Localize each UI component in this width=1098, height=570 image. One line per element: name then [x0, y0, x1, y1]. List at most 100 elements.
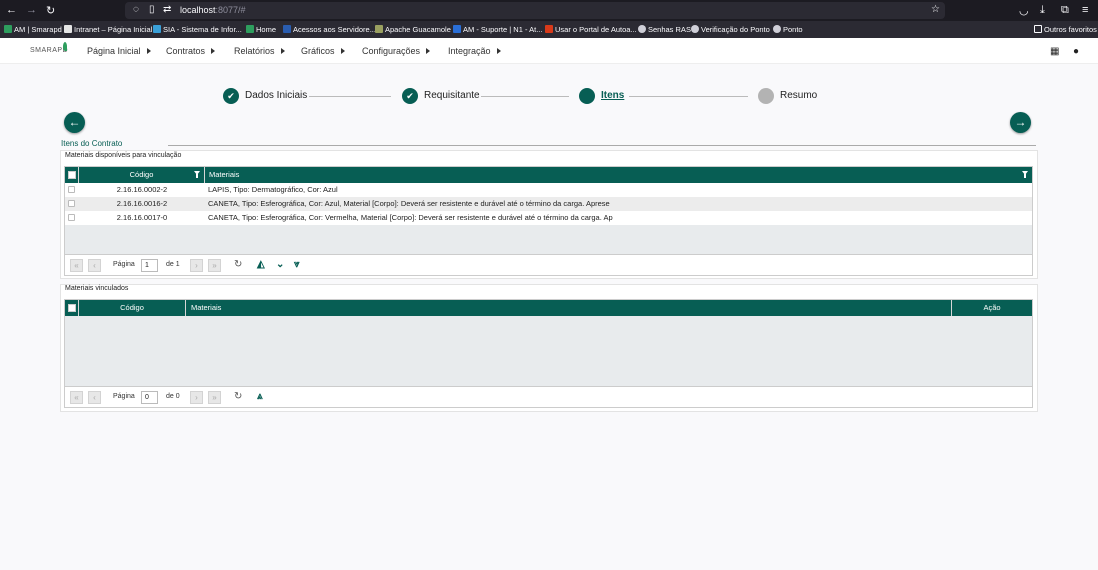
bookmark-item[interactable]: AM - Suporte | N1 - At... — [453, 25, 542, 34]
bookmark-item[interactable]: AM | Smarapd — [4, 25, 62, 34]
column-materiais[interactable]: Materiais — [205, 167, 1032, 183]
check-icon: ✔ — [402, 88, 418, 104]
grid-header: Código Materiais — [65, 167, 1032, 183]
bookmark-item[interactable]: Usar o Portal de Autoa... — [545, 25, 637, 34]
page-input[interactable]: 0 — [141, 391, 158, 404]
check-icon: ✔ — [223, 88, 239, 104]
word-icon — [283, 25, 291, 33]
table-row[interactable]: 2.16.16.0016-2 CANETA, Tipo: Esferográfi… — [65, 197, 1032, 211]
url-path: :8077/# — [215, 5, 246, 15]
menu-contratos[interactable]: Contratos — [166, 46, 216, 56]
menu-graficos[interactable]: Gráficos — [301, 46, 345, 56]
row-checkbox[interactable] — [68, 200, 75, 207]
page-input[interactable]: 1 — [141, 259, 158, 272]
other-bookmarks[interactable]: Outros favoritos — [1034, 25, 1097, 34]
menu-pagina-inicial[interactable]: Página Inicial — [87, 46, 151, 56]
download-icon[interactable]: ⤓ — [1040, 4, 1045, 17]
available-materials-grid: Código Materiais 2.16.16.0002-2 LAPIS, T… — [64, 166, 1033, 276]
url-text: localhost:8077/# — [180, 5, 246, 15]
reload-icon[interactable]: ↻ — [46, 4, 55, 17]
page-count: de 1 — [166, 261, 180, 268]
bookmark-item[interactable]: Acessos aos Servidore... — [283, 25, 376, 34]
column-codigo[interactable]: Código — [79, 167, 205, 183]
bookmark-star-icon[interactable]: ☆ — [931, 4, 940, 15]
previous-page-icon[interactable]: ‹ — [88, 259, 101, 272]
column-codigo[interactable]: Código — [79, 300, 186, 316]
bookmark-label: Apache Guacamole — [385, 25, 451, 34]
row-code: 2.16.16.0017-0 — [116, 213, 168, 222]
step-connector — [629, 96, 748, 97]
last-page-icon[interactable]: » — [208, 259, 221, 272]
menu-integracao[interactable]: Integração — [448, 46, 501, 56]
bookmark-item[interactable]: Home — [246, 25, 276, 34]
table-row[interactable]: 2.16.16.0017-0 CANETA, Tipo: Esferográfi… — [65, 211, 1032, 225]
row-material: LAPIS, Tipo: Dermatográfico, Cor: Azul — [208, 185, 338, 194]
address-bar[interactable]: ◌ ▯ ⇄ localhost:8077/# ☆ — [125, 2, 945, 19]
smarapd-logo[interactable]: SMARAPD — [30, 42, 68, 54]
bookmark-item[interactable]: SIA - Sistema de Infor... — [153, 25, 242, 34]
column-label: Ação — [983, 303, 1001, 312]
caret-right-icon — [340, 48, 345, 54]
filter-icon[interactable] — [194, 171, 200, 178]
menu-configuracoes[interactable]: Configurações — [362, 46, 431, 56]
page-icon: ▯ — [149, 4, 155, 15]
next-page-icon[interactable]: › — [190, 391, 203, 404]
first-page-icon[interactable]: « — [70, 259, 83, 272]
bookmark-item[interactable]: Verificação do Ponto — [691, 25, 770, 34]
next-page-icon[interactable]: › — [190, 259, 203, 272]
bookmark-label: SIA - Sistema de Infor... — [163, 25, 242, 34]
next-step-button[interactable]: → — [1010, 112, 1031, 133]
double-chevron-up-icon[interactable]: ⩓ — [257, 391, 263, 402]
apps-grid-icon[interactable]: ▦ — [1050, 46, 1059, 57]
eraser-icon[interactable]: ◭ — [257, 259, 265, 270]
leaf-icon — [246, 25, 254, 33]
forward-icon[interactable]: → — [26, 4, 37, 16]
select-all-column — [65, 167, 79, 183]
row-material: CANETA, Tipo: Esferográfica, Cor: Azul, … — [208, 199, 610, 208]
row-checkbox[interactable] — [68, 214, 75, 221]
globe-icon — [638, 25, 646, 33]
other-bookmarks-label: Outros favoritos — [1044, 25, 1097, 34]
bookmark-item[interactable]: Ponto — [773, 25, 803, 34]
chevron-down-icon[interactable]: ⌄ — [276, 259, 284, 270]
bookmark-item[interactable]: Apache Guacamole — [375, 25, 451, 34]
back-icon[interactable]: ← — [6, 4, 17, 16]
caret-right-icon — [496, 48, 501, 54]
select-all-column — [65, 300, 79, 316]
bookmarks-bar: AM | Smarapd Intranet – Página Inicial S… — [0, 21, 1098, 38]
column-materiais[interactable]: Materiais — [186, 300, 952, 316]
refresh-icon[interactable]: ↻ — [234, 391, 242, 402]
menu-label: Contratos — [166, 46, 206, 56]
extensions-icon[interactable]: ⧉ — [1061, 4, 1069, 17]
refresh-icon[interactable]: ↻ — [234, 259, 242, 270]
last-page-icon[interactable]: » — [208, 391, 221, 404]
page-label: Página — [113, 261, 135, 268]
caret-right-icon — [211, 48, 216, 54]
first-page-icon[interactable]: « — [70, 391, 83, 404]
bookmark-item[interactable]: Intranet – Página Inicial — [64, 25, 152, 34]
table-row[interactable]: 2.16.16.0002-2 LAPIS, Tipo: Dermatográfi… — [65, 183, 1032, 197]
row-material: CANETA, Tipo: Esferográfica, Cor: Vermel… — [208, 213, 613, 222]
step-connector — [481, 96, 569, 97]
pocket-icon[interactable]: ◡ — [1019, 4, 1029, 17]
previous-step-button[interactable]: ← — [64, 112, 85, 133]
double-chevron-down-icon[interactable]: ⩔ — [294, 259, 300, 270]
intranet-icon — [64, 25, 72, 33]
bookmark-label: AM | Smarapd — [14, 25, 62, 34]
filter-icon[interactable] — [1022, 171, 1028, 178]
previous-page-icon[interactable]: ‹ — [88, 391, 101, 404]
caret-right-icon — [426, 48, 431, 54]
bookmark-item[interactable]: Senhas RAS — [638, 25, 691, 34]
hamburger-menu-icon[interactable]: ≡ — [1082, 4, 1088, 16]
linked-pager: « ‹ Página 0 de 0 › » ↻ ⩓ — [65, 386, 1032, 407]
bookmark-label: Usar o Portal de Autoa... — [555, 25, 637, 34]
user-icon[interactable]: ● — [1073, 46, 1079, 57]
menu-relatorios[interactable]: Relatórios — [234, 46, 285, 56]
column-acao[interactable]: Ação — [952, 300, 1032, 316]
row-checkbox[interactable] — [68, 186, 75, 193]
step-label: Resumo — [780, 90, 818, 101]
select-all-checkbox[interactable] — [68, 171, 76, 179]
grid-header: Código Materiais Ação — [65, 300, 1032, 316]
select-all-checkbox[interactable] — [68, 304, 76, 312]
bookmark-label: Senhas RAS — [648, 25, 691, 34]
